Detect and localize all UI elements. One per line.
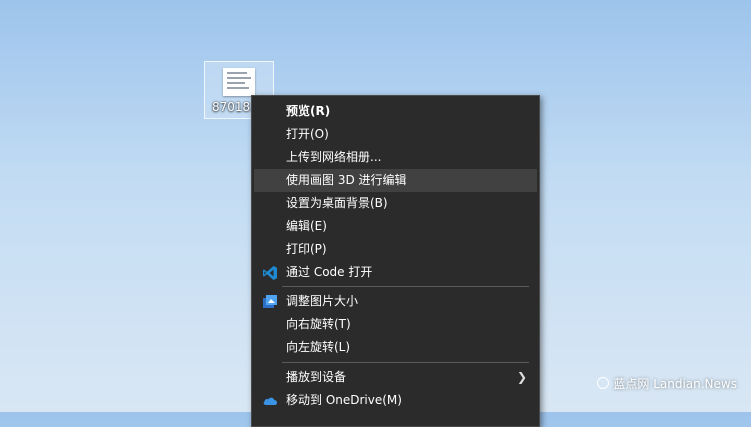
menu-item-set-background[interactable]: 设置为桌面背景(B) <box>254 192 537 215</box>
menu-item-cast-to-device[interactable]: 播放到设备 ❯ <box>254 366 537 389</box>
watermark: 蓝点网 Landian.News <box>597 375 737 392</box>
menu-item-open-with-code[interactable]: 通过 Code 打开 <box>254 261 537 284</box>
onedrive-icon <box>263 397 278 405</box>
watermark-logo-icon <box>597 377 610 389</box>
menu-separator <box>282 362 529 363</box>
menu-item-rotate-right[interactable]: 向右旋转(T) <box>254 313 537 336</box>
menu-item-upload-album[interactable]: 上传到网络相册... <box>254 146 537 169</box>
menu-item-rotate-left[interactable]: 向左旋转(L) <box>254 336 537 359</box>
vscode-icon <box>263 266 277 280</box>
menu-item-open[interactable]: 打开(O) <box>254 123 537 146</box>
context-menu: 预览(R) 打开(O) 上传到网络相册... 使用画图 3D 进行编辑 设置为桌… <box>251 95 540 427</box>
image-thumbnail <box>223 68 255 96</box>
menu-item-preview[interactable]: 预览(R) <box>254 100 537 123</box>
menu-item-edit-paint3d[interactable]: 使用画图 3D 进行编辑 <box>254 169 537 192</box>
menu-item-resize-image[interactable]: 调整图片大小 <box>254 290 537 313</box>
menu-item-print[interactable]: 打印(P) <box>254 238 537 261</box>
chevron-right-icon: ❯ <box>516 370 527 384</box>
menu-item-edit[interactable]: 编辑(E) <box>254 215 537 238</box>
menu-item-move-to-onedrive[interactable]: 移动到 OneDrive(M) <box>254 389 537 412</box>
menu-separator <box>282 286 529 287</box>
image-resizer-icon <box>263 295 277 308</box>
